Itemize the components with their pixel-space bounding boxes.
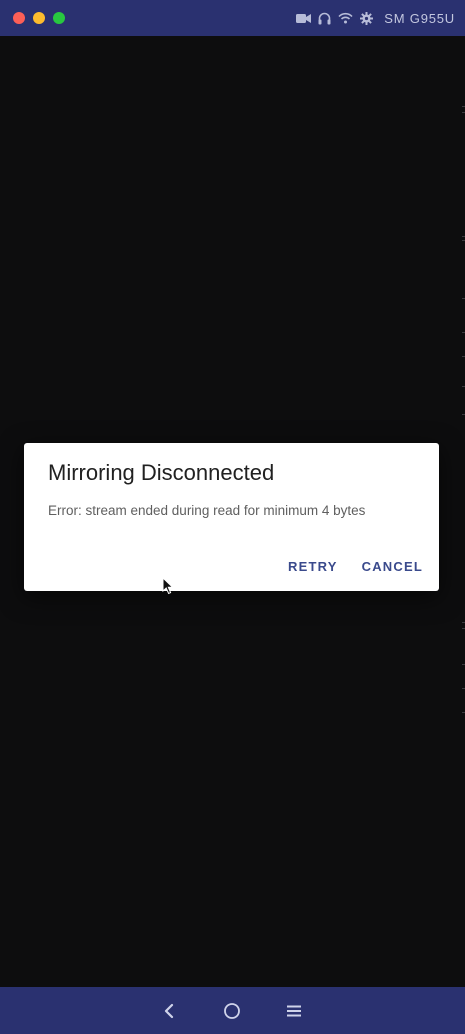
video-camera-icon[interactable] [296, 13, 312, 24]
retry-button[interactable]: RETRY [288, 557, 338, 576]
wifi-icon[interactable] [338, 12, 353, 24]
close-window-button[interactable] [13, 12, 25, 24]
home-icon[interactable] [220, 999, 244, 1023]
mouse-pointer-icon [162, 576, 174, 600]
maximize-window-button[interactable] [53, 12, 65, 24]
cancel-button[interactable]: CANCEL [362, 557, 423, 576]
recents-icon[interactable] [282, 999, 306, 1023]
dialog-actions: RETRY CANCEL [288, 557, 423, 576]
dialog-title: Mirroring Disconnected [48, 460, 275, 485]
headphones-icon[interactable] [318, 12, 331, 25]
device-name: SM G955U [384, 10, 455, 26]
minimize-window-button[interactable] [33, 12, 45, 24]
mirroring-window: SM G955U Mirroring Disconnected Error: s… [0, 0, 465, 1034]
back-icon[interactable] [157, 999, 181, 1023]
status-icons: SM G955U [296, 9, 455, 27]
gear-icon[interactable] [360, 11, 374, 25]
dialog-message: Error: stream ended during read for mini… [48, 503, 366, 518]
disconnect-dialog: Mirroring Disconnected Error: stream end… [24, 443, 439, 591]
title-bar: SM G955U [0, 0, 465, 36]
navigation-bar [0, 987, 465, 1034]
